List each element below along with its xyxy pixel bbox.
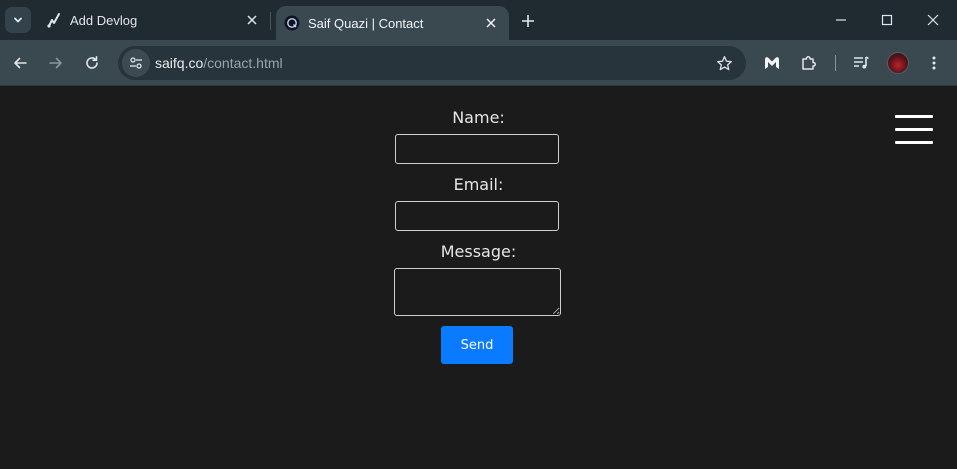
sq-logo-icon	[284, 15, 300, 31]
name-label: Name:	[452, 108, 505, 127]
profile-avatar[interactable]	[887, 52, 909, 74]
url-text[interactable]: saifq.co/contact.html	[155, 55, 283, 71]
arrow-right-icon	[49, 57, 62, 69]
forward-button[interactable]	[42, 49, 70, 77]
page-content: Name: Email: Message: Send	[0, 87, 957, 469]
media-controls-button[interactable]	[847, 49, 875, 77]
minimize-button[interactable]	[818, 0, 864, 40]
close-tab-icon[interactable]	[242, 10, 262, 30]
browser-menu-button[interactable]	[920, 49, 948, 77]
tab-saif-quazi-contact[interactable]: Saif Quazi | Contact	[276, 6, 509, 40]
message-textarea[interactable]	[394, 268, 561, 316]
email-label: Email:	[453, 175, 504, 194]
star-icon	[716, 55, 732, 70]
bookmark-star-button[interactable]	[714, 53, 734, 73]
malwarebytes-icon	[765, 57, 779, 69]
extensions-button[interactable]	[795, 49, 823, 77]
arrow-left-icon	[14, 57, 27, 69]
close-tab-icon[interactable]	[481, 13, 501, 33]
tab-label: Saif Quazi | Contact	[308, 15, 424, 31]
more-vert-icon	[932, 56, 936, 70]
close-window-button[interactable]	[910, 0, 956, 40]
site-info-button[interactable]	[122, 49, 150, 77]
close-icon	[927, 14, 939, 26]
chevron-down-icon	[14, 17, 22, 23]
hamburger-bar	[895, 141, 933, 144]
minimize-icon	[836, 19, 846, 21]
reload-icon	[86, 56, 98, 69]
toolbar-divider	[835, 55, 836, 71]
url-path: /contact.html	[203, 55, 283, 71]
malwarebytes-extension-button[interactable]	[758, 49, 786, 77]
tune-icon	[130, 57, 142, 69]
queue-music-icon	[854, 56, 869, 69]
address-bar[interactable]: saifq.co/contact.html	[118, 46, 746, 80]
url-host: saifq.co	[155, 55, 204, 71]
maximize-button[interactable]	[864, 0, 910, 40]
message-label: Message:	[440, 242, 517, 261]
plus-icon	[522, 15, 534, 27]
tab-search-button[interactable]	[5, 7, 31, 33]
new-tab-button[interactable]	[516, 9, 540, 33]
devlog-icon	[46, 12, 62, 28]
reload-button[interactable]	[78, 49, 106, 77]
puzzle-icon	[802, 56, 816, 70]
tab-separator	[270, 12, 271, 30]
hamburger-bar	[895, 128, 933, 131]
browser-toolbar: saifq.co/contact.html	[0, 40, 957, 86]
tab-label: Add Devlog	[70, 12, 138, 28]
email-input[interactable]	[395, 201, 559, 231]
tab-add-devlog[interactable]: Add Devlog	[38, 0, 270, 40]
maximize-icon	[881, 14, 893, 26]
back-button[interactable]	[6, 49, 34, 77]
browser-titlebar: Add Devlog Saif Quazi | Contact	[0, 0, 957, 40]
send-button[interactable]: Send	[441, 326, 513, 364]
name-input[interactable]	[395, 134, 559, 164]
